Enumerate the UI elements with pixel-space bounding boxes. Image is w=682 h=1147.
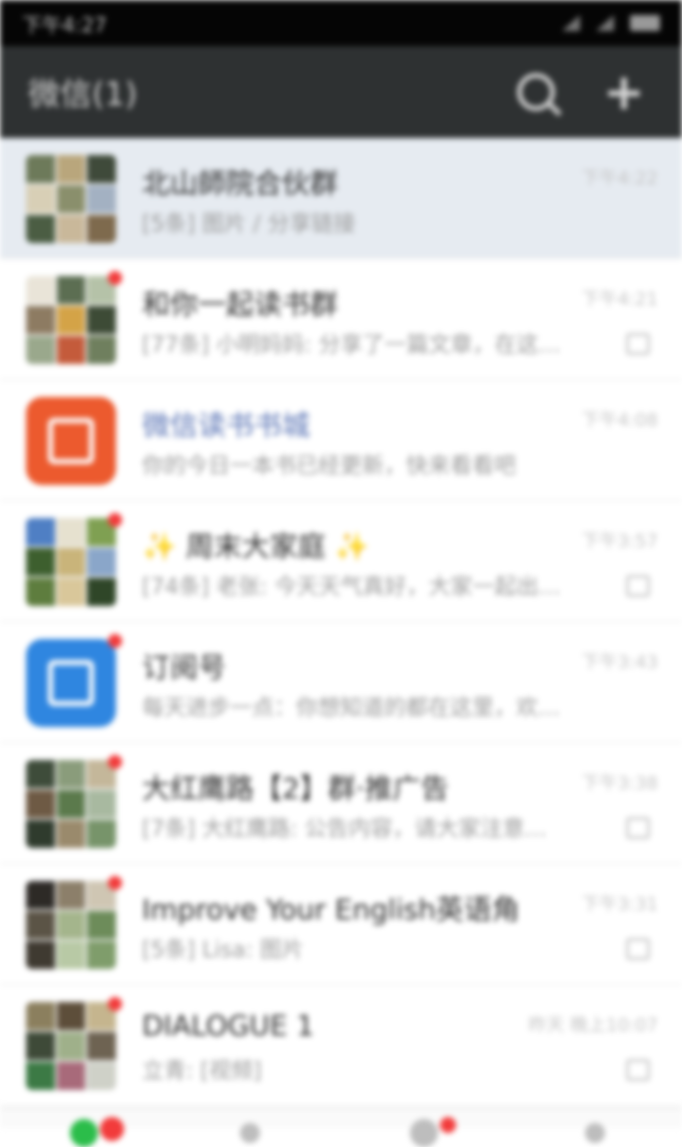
chat-avatar: [26, 639, 116, 727]
tab-discover-icon[interactable]: [410, 1119, 438, 1147]
wechat-screen: 下午4:27 微信(1) + 北山師院合伙群 [5条] 图片 / 分享链接 下午4:…: [0, 0, 682, 1147]
chat-name: 和你一起读书群: [142, 288, 339, 321]
chat-avatar: [26, 276, 116, 364]
status-bar: 下午4:27: [0, 0, 682, 46]
chat-list-item[interactable]: DIALOGUE 1 立青: [视频] 昨天 晚上10:07: [0, 985, 682, 1106]
chat-preview: 每天进步一点：你想知道的都在这里，欢迎阅读今日推送: [142, 696, 562, 721]
status-time: 下午4:27: [22, 12, 107, 37]
chat-avatar: [26, 1002, 116, 1090]
chat-time: 下午4:22: [581, 168, 658, 189]
tab-discover-badge: [440, 1117, 456, 1133]
search-button[interactable]: [506, 62, 566, 122]
chat-name: ✨ 周末大家庭 ✨: [142, 530, 370, 563]
chat-name: 北山師院合伙群: [142, 167, 339, 200]
chat-name: 订阅号: [142, 651, 227, 684]
chat-preview: [77条] 小明妈妈: 分享了一篇文章，在这里可以看到你想要的: [142, 333, 562, 358]
title-bar: 微信(1) +: [0, 46, 682, 138]
page-title: 微信(1): [28, 75, 138, 113]
chat-time: 下午4:21: [581, 289, 658, 310]
chat-preview: [5条] 图片 / 分享链接: [142, 212, 356, 237]
tab-me-icon[interactable]: [585, 1123, 605, 1143]
search-icon: [517, 73, 555, 111]
chat-name: 大红鹰路【2】群·推广告: [142, 772, 449, 805]
chat-list-item[interactable]: ✨ 周末大家庭 ✨ [74条] 老张: 今天天气真好，大家一起出去走走吧 下午3:5…: [0, 501, 682, 622]
chat-time: 昨天 晚上10:07: [528, 1015, 658, 1036]
book-app-icon: [48, 418, 94, 464]
chat-list-item[interactable]: 和你一起读书群 [77条] 小明妈妈: 分享了一篇文章，在这里可以看到你想要的 下午…: [0, 259, 682, 380]
chat-list-item[interactable]: 订阅号每天进步一点：你想知道的都在这里，欢迎阅读今日推送 下午3:43: [0, 622, 682, 743]
unread-badge: [108, 271, 122, 285]
chat-name: DIALOGUE 1: [142, 1009, 315, 1042]
chat-avatar: [26, 760, 116, 848]
unread-badge: [108, 876, 122, 890]
chat-list-item[interactable]: 微信读书书城你的今日一本书已经更新，快来看看吧 下午4:08: [0, 380, 682, 501]
chat-avatar: [26, 881, 116, 969]
chat-preview: [74条] 老张: 今天天气真好，大家一起出去走走吧: [142, 575, 562, 600]
chat-preview: 你的今日一本书已经更新，快来看看吧: [142, 454, 517, 479]
chat-list-item[interactable]: 北山師院合伙群 [5条] 图片 / 分享链接 下午4:22: [0, 138, 682, 259]
subscription-icon: [48, 660, 94, 706]
unread-badge: [108, 634, 122, 648]
chat-list-item[interactable]: Improve Your English英语角 [5条] Lisa: 图片 下午3:…: [0, 864, 682, 985]
battery-icon: [630, 15, 660, 31]
tab-chats-badge: [100, 1117, 124, 1141]
mute-icon: [626, 1059, 650, 1081]
unread-badge: [108, 755, 122, 769]
chat-avatar: [26, 397, 116, 485]
chat-time: 下午3:57: [581, 531, 658, 552]
plus-icon: +: [603, 63, 645, 121]
chat-avatar: [26, 518, 116, 606]
mute-icon: [626, 333, 650, 355]
signal-icon: [562, 15, 580, 31]
chat-time: 下午3:43: [581, 652, 658, 673]
add-button[interactable]: +: [594, 62, 654, 122]
chat-preview: [5条] Lisa: 图片: [142, 938, 304, 963]
tab-chats-icon[interactable]: [70, 1119, 98, 1147]
tab-contacts-icon[interactable]: [240, 1123, 260, 1143]
chat-time: 下午3:38: [581, 773, 658, 794]
chat-name: 微信读书书城: [142, 409, 311, 442]
bottom-tab-bar: [0, 1108, 682, 1147]
chat-time: 下午3:31: [581, 894, 658, 915]
unread-badge: [108, 513, 122, 527]
chat-preview: [7条] 大红鹰路: 公告内容，请大家注意查看并转发一下: [142, 817, 562, 842]
unread-badge: [108, 997, 122, 1011]
chat-name: Improve Your English英语角: [142, 893, 520, 926]
mute-icon: [626, 575, 650, 597]
chat-list: 北山師院合伙群 [5条] 图片 / 分享链接 下午4:22 和你一起读书群 [77条] …: [0, 138, 682, 1106]
chat-avatar: [26, 155, 116, 243]
mute-icon: [626, 817, 650, 839]
mute-icon: [626, 938, 650, 960]
wifi-icon: [596, 15, 614, 31]
chat-preview: 立青: [视频]: [142, 1059, 262, 1084]
chat-list-item[interactable]: 大红鹰路【2】群·推广告 [7条] 大红鹰路: 公告内容，请大家注意查看并转发一下…: [0, 743, 682, 864]
chat-time: 下午4:08: [581, 410, 658, 431]
